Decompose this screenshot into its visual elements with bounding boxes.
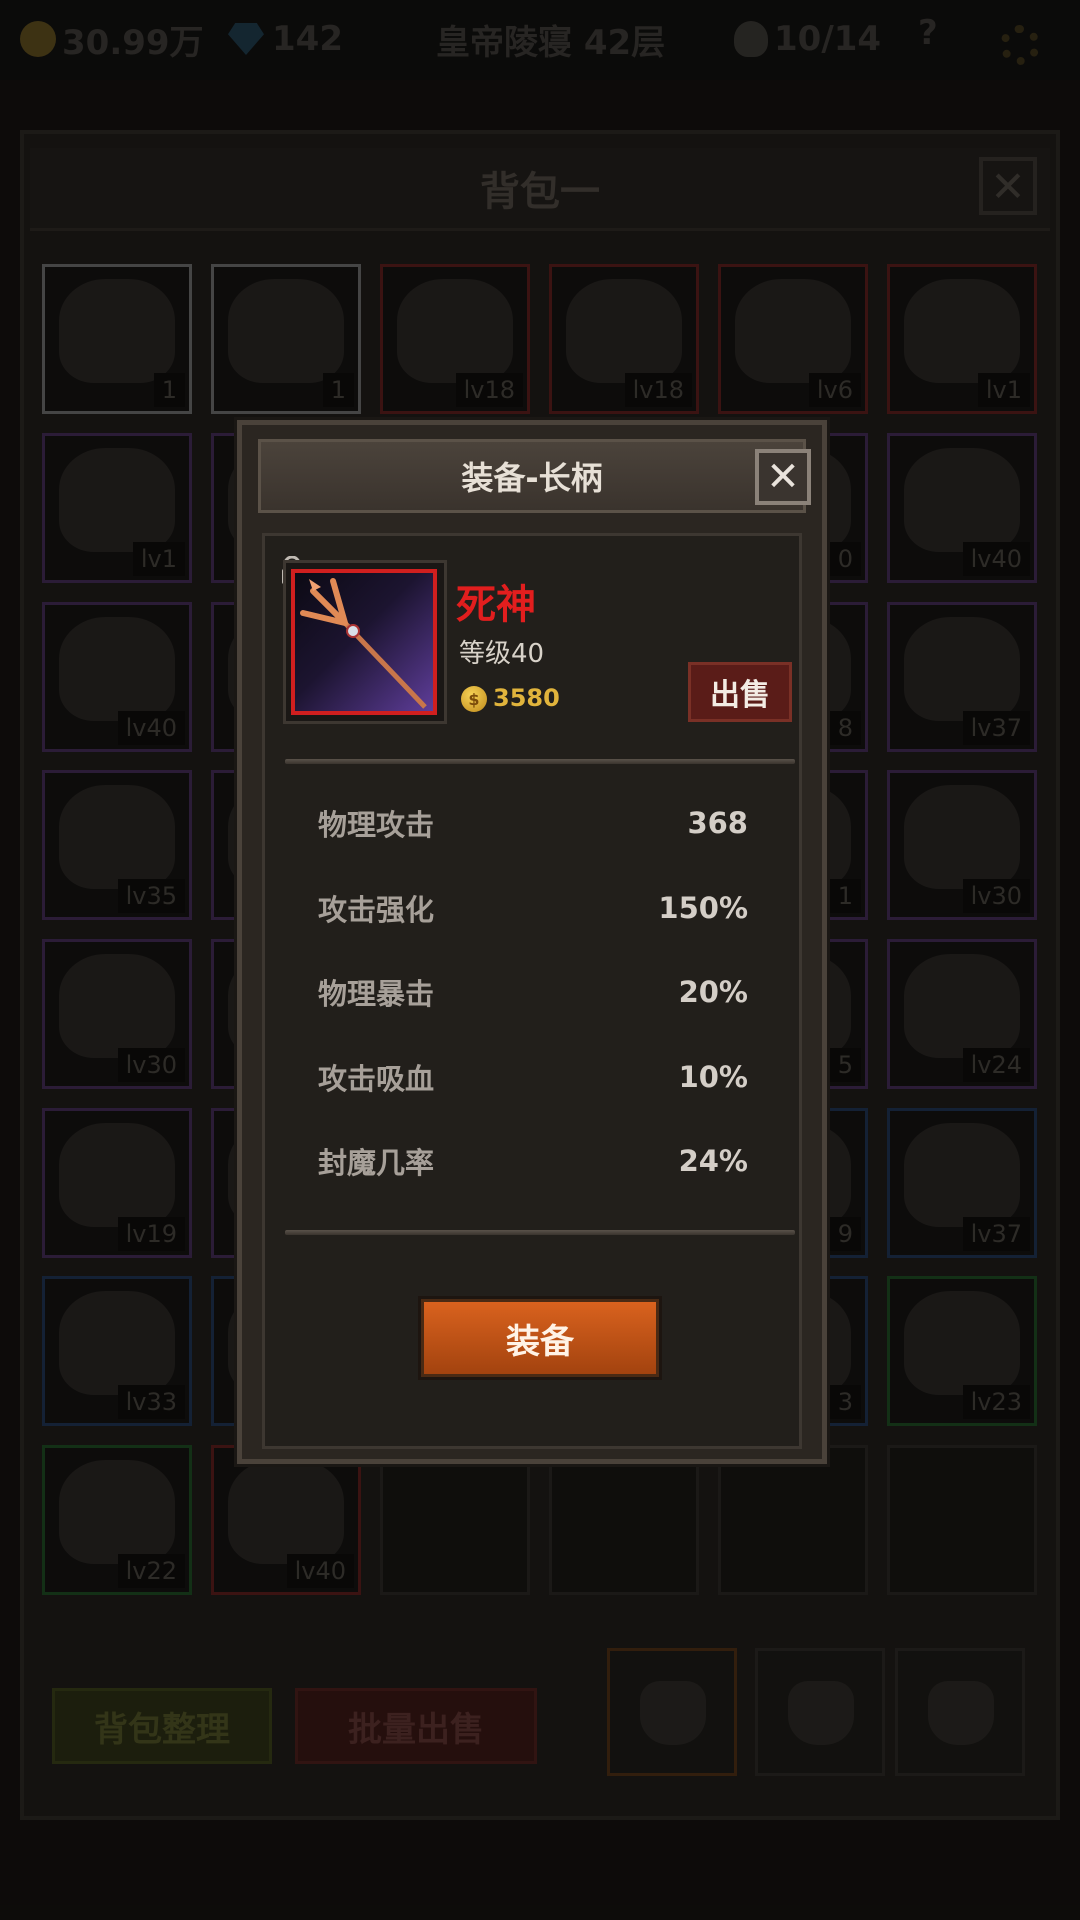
trident-icon [300, 578, 427, 709]
stat-row: 攻击吸血 10% [318, 1052, 748, 1102]
item-name: 死神 [456, 582, 536, 628]
stat-value: 150% [658, 891, 748, 925]
stat-value: 20% [678, 975, 748, 1009]
sell-button[interactable]: 出售 [688, 662, 792, 722]
divider [285, 759, 795, 764]
item-price: 3580 [493, 684, 560, 712]
stat-value: 24% [678, 1144, 748, 1178]
stat-label: 攻击吸血 [318, 1062, 435, 1096]
divider [285, 1230, 795, 1235]
stat-row: 封魔几率 24% [318, 1136, 748, 1186]
dialog-close-button[interactable]: ✕ [755, 449, 811, 505]
equip-button[interactable]: 装备 [421, 1299, 659, 1377]
stat-label: 攻击强化 [318, 893, 435, 927]
stat-row: 物理暴击 20% [318, 967, 748, 1017]
stat-row: 攻击强化 150% [318, 883, 748, 933]
dialog-header: 装备-长柄 [258, 439, 806, 513]
item-level: 等级40 [459, 639, 545, 669]
stat-label: 物理攻击 [318, 808, 435, 842]
stat-value: 10% [678, 1060, 748, 1094]
stat-row: 物理攻击 368 [318, 798, 748, 848]
item-thumbnail [291, 569, 437, 715]
gold-coin-icon: $ [461, 686, 487, 712]
dialog-title: 装备-长柄 [461, 459, 603, 497]
stat-value: 368 [687, 806, 748, 840]
stat-label: 封魔几率 [318, 1146, 435, 1180]
stat-label: 物理暴击 [318, 977, 435, 1011]
